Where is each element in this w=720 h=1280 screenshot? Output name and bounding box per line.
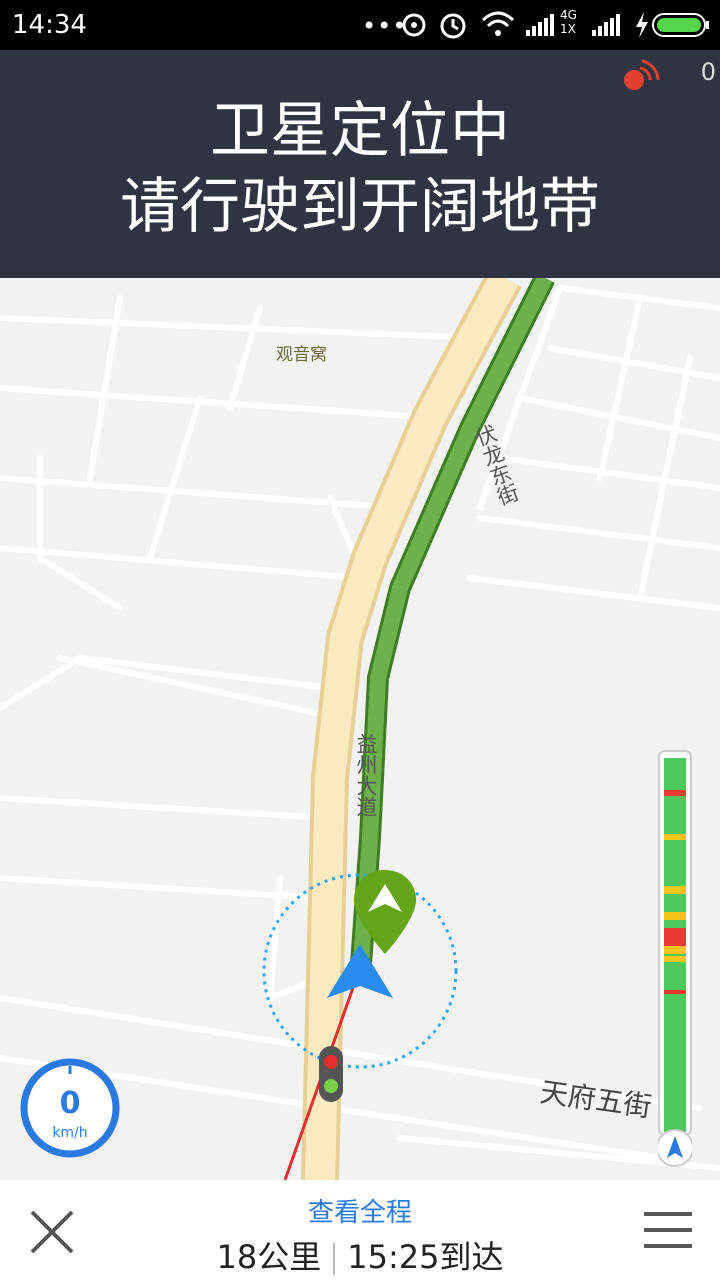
navigation-map[interactable]: 观音窝 伏龙东街 益州大道 天府五街: [0, 278, 720, 1180]
speed-unit: km/h: [52, 1125, 88, 1141]
menu-icon[interactable]: [644, 1210, 692, 1250]
arrival-time: 15:25到达: [347, 1238, 504, 1276]
bottom-bar: 查看全程 18公里 15:25到达: [0, 1180, 720, 1280]
banner-title: 卫星定位中: [210, 96, 510, 166]
signal-4g-icon: [526, 14, 554, 36]
road-label-yizhou: 益州大道: [354, 733, 378, 817]
banner-subtitle: 请行驶到开阔地带: [120, 172, 600, 242]
hotspot-icon: [402, 13, 426, 37]
network-type: 4G: [560, 8, 577, 22]
poi-label: 观音窝: [276, 345, 327, 365]
map-roads: [0, 278, 720, 1180]
gps-signal-icon: [624, 59, 660, 90]
network-sub: 1X: [560, 22, 576, 36]
speed-value: 0: [59, 1086, 81, 1121]
status-bar: 14:34 ••• 4G 1X: [0, 0, 720, 50]
traffic-light-icon: [319, 1046, 343, 1102]
current-location-arrow-icon: [327, 944, 393, 998]
wifi-icon: [481, 11, 515, 36]
gps-status-banner: 卫星定位中 请行驶到开阔地带 0: [0, 50, 720, 278]
alarm-icon: [440, 13, 466, 39]
view-full-route-link[interactable]: 查看全程: [0, 1192, 720, 1229]
remaining-distance: 18公里: [216, 1238, 322, 1276]
status-time: 14:34: [12, 10, 87, 40]
route-traffic-bar: [658, 750, 692, 1167]
divider: [333, 1243, 336, 1275]
gps-satellite-count: 0: [700, 58, 716, 86]
charging-icon: [636, 12, 648, 38]
signal-icon: [592, 14, 620, 36]
battery-icon: [652, 13, 709, 37]
trip-summary: 18公里 15:25到达: [0, 1232, 720, 1278]
